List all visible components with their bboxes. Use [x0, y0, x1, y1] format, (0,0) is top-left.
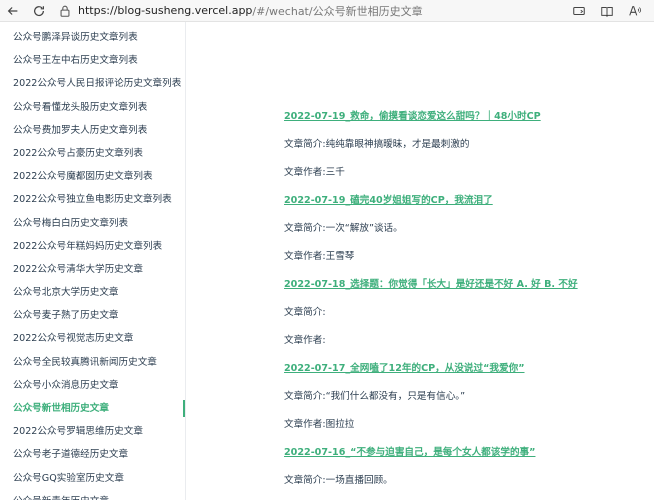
article-author: 文章作者:图拉拉	[284, 419, 355, 430]
sidebar-item[interactable]: 公众号麦子熟了历史文章	[0, 304, 185, 327]
sidebar-item[interactable]: 2022公众号人民日报评论历史文章列表	[0, 72, 185, 95]
article-entry: 2022-07-18_选择题：你觉得「长大」是好还是不好 A. 好 B. 不好文…	[284, 276, 644, 346]
sidebar-item[interactable]: 公众号新世相历史文章	[0, 397, 185, 420]
article-entry: 2022-07-19_磕完40岁姐姐写的CP，我流泪了 文章简介:一次“解放”谈话…	[284, 192, 644, 262]
sidebar-item[interactable]: 公众号梅白白历史文章列表	[0, 212, 185, 235]
reader-view-button[interactable]	[594, 0, 620, 22]
sidebar-item[interactable]: 公众号费加罗夫人历史文章列表	[0, 119, 185, 142]
main-content: 2022-07-19_救命，偷摸看谈恋爱这么甜吗？｜48小时CP 文章简介:纯纯靠…	[187, 22, 654, 500]
back-button[interactable]	[0, 0, 26, 22]
book-icon	[601, 6, 613, 17]
article-summary: 文章简介:一场直播回顾。	[284, 475, 393, 486]
sidebar-item[interactable]: 2022公众号占豪历史文章列表	[0, 142, 185, 165]
read-aloud-icon	[629, 5, 642, 16]
url-path: /#/wechat/公众号新世相历史文章	[252, 4, 423, 18]
article-summary: 文章简介:纯纯靠眼神搞暧昧，才是最刺激的	[284, 139, 470, 150]
article-title-link[interactable]: 2022-07-18_选择题：你觉得「长大」是好还是不好 A. 好 B. 不好	[284, 276, 644, 290]
sidebar-item[interactable]: 公众号北京大学历史文章	[0, 281, 185, 304]
article-entry: 2022-07-19_救命，偷摸看谈恋爱这么甜吗？｜48小时CP 文章简介:纯纯靠…	[284, 108, 644, 178]
article-title-link[interactable]: 2022-07-19_磕完40岁姐姐写的CP，我流泪了	[284, 192, 644, 206]
reload-button[interactable]	[26, 0, 52, 22]
sidebar-item[interactable]: 2022公众号清华大学历史文章	[0, 258, 185, 281]
article-summary: 文章简介:一次“解放”谈话。	[284, 223, 403, 234]
url-host: https://blog-susheng.vercel.app	[78, 4, 253, 17]
sidebar-item[interactable]: 公众号鹏泽异谈历史文章列表	[0, 26, 185, 49]
sidebar-item[interactable]: 公众号王左中右历史文章列表	[0, 49, 185, 72]
sidebar-item[interactable]: 2022公众号魔都囡历史文章列表	[0, 165, 185, 188]
article-title-link[interactable]: 2022-07-17_全网嗑了12年的CP，从没说过“我爱你”	[284, 360, 644, 374]
sidebar-item[interactable]: 2022公众号罗辑思维历史文章	[0, 420, 185, 443]
read-aloud-button[interactable]	[622, 0, 648, 22]
address-bar[interactable]: https://blog-susheng.vercel.app/#/wechat…	[52, 0, 566, 22]
article-title-link[interactable]: 2022-07-16_“不参与迫害自己，是每个女人都该学的事”	[284, 444, 644, 458]
sidebar-item[interactable]: 公众号老子道德经历史文章	[0, 443, 185, 466]
lock-icon	[60, 5, 70, 17]
tablet-view-button[interactable]	[566, 0, 592, 22]
sidebar-list: 公众号鹏泽异谈历史文章列表 公众号王左中右历史文章列表 2022公众号人民日报评论历…	[0, 22, 185, 500]
sidebar-item[interactable]: 公众号看懂龙头股历史文章列表	[0, 96, 185, 119]
article-title-link[interactable]: 2022-07-19_救命，偷摸看谈恋爱这么甜吗？｜48小时CP	[284, 108, 644, 122]
sidebar-item[interactable]: 2022公众号年糕妈妈历史文章列表	[0, 235, 185, 258]
sidebar-item[interactable]: 公众号小众消息历史文章	[0, 374, 185, 397]
article-entry: 2022-07-17_全网嗑了12年的CP，从没说过“我爱你” 文章简介:“我们什…	[284, 360, 644, 430]
article-summary: 文章简介:	[284, 307, 326, 318]
sidebar-item[interactable]: 2022公众号独立鱼电影历史文章列表	[0, 188, 185, 211]
article-author: 文章作者:三千	[284, 167, 345, 178]
article-entry: 2022-07-16_“不参与迫害自己，是每个女人都该学的事” 文章简介:一场直播…	[284, 444, 644, 486]
article-summary: 文章简介:“我们什么都没有，只是有信心。”	[284, 391, 466, 402]
article-author: 文章作者:王雪琴	[284, 251, 355, 262]
tablet-icon	[573, 6, 585, 15]
arrow-left-icon	[7, 6, 18, 15]
reload-icon	[34, 5, 44, 16]
sidebar-item[interactable]: 公众号全民较真腾讯新闻历史文章	[0, 351, 185, 374]
sidebar-item[interactable]: 公众号新青年历史文章	[0, 490, 185, 500]
sidebar: 公众号鹏泽异谈历史文章列表 公众号王左中右历史文章列表 2022公众号人民日报评论历…	[0, 22, 186, 500]
browser-toolbar: https://blog-susheng.vercel.app/#/wechat…	[0, 0, 654, 22]
article-author: 文章作者:	[284, 335, 326, 346]
sidebar-item[interactable]: 公众号GQ实验室历史文章	[0, 467, 185, 490]
sidebar-item[interactable]: 2022公众号视觉志历史文章	[0, 327, 185, 350]
